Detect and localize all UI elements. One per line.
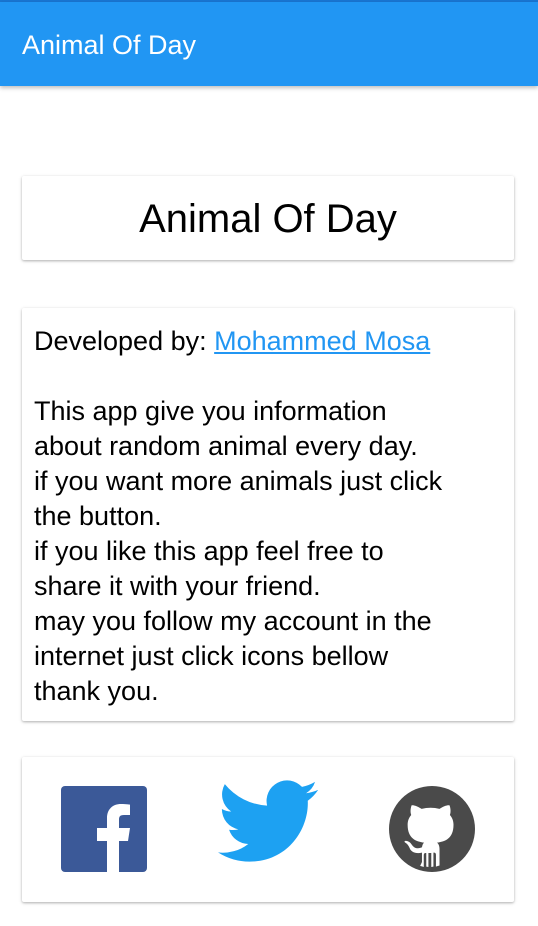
- developer-label: Developed by:: [34, 326, 207, 356]
- description-line: if you like this app feel free to: [34, 536, 384, 566]
- app-bar-title: Animal Of Day: [22, 30, 197, 60]
- description-line: thank you.: [34, 676, 159, 706]
- description-line: share it with your friend.: [34, 571, 321, 601]
- description-line: internet just click icons bellow: [34, 641, 389, 671]
- facebook-button[interactable]: [61, 786, 147, 872]
- title-card-heading: Animal Of Day: [139, 197, 397, 241]
- info-text: Developed by: Mohammed Mosa This app giv…: [34, 324, 509, 709]
- github-button[interactable]: [389, 786, 475, 872]
- description-line: about random animal every day.: [34, 431, 418, 461]
- facebook-icon: [61, 786, 147, 872]
- description-line: the button.: [34, 501, 162, 531]
- app-bar: Animal Of Day: [0, 2, 538, 86]
- title-card: Animal Of Day: [22, 176, 514, 260]
- twitter-icon: [218, 780, 318, 862]
- description-line: if you want more animals just click: [34, 466, 443, 496]
- description-line: may you follow my account in the: [34, 606, 432, 636]
- social-links-card: [22, 757, 514, 902]
- info-card: Developed by: Mohammed Mosa This app giv…: [22, 308, 514, 721]
- twitter-button[interactable]: [218, 779, 318, 863]
- developer-line: Developed by: Mohammed Mosa: [34, 324, 509, 359]
- github-icon: [389, 786, 475, 872]
- developer-name-link[interactable]: Mohammed Mosa: [214, 326, 430, 356]
- description-line: This app give you information: [34, 396, 387, 426]
